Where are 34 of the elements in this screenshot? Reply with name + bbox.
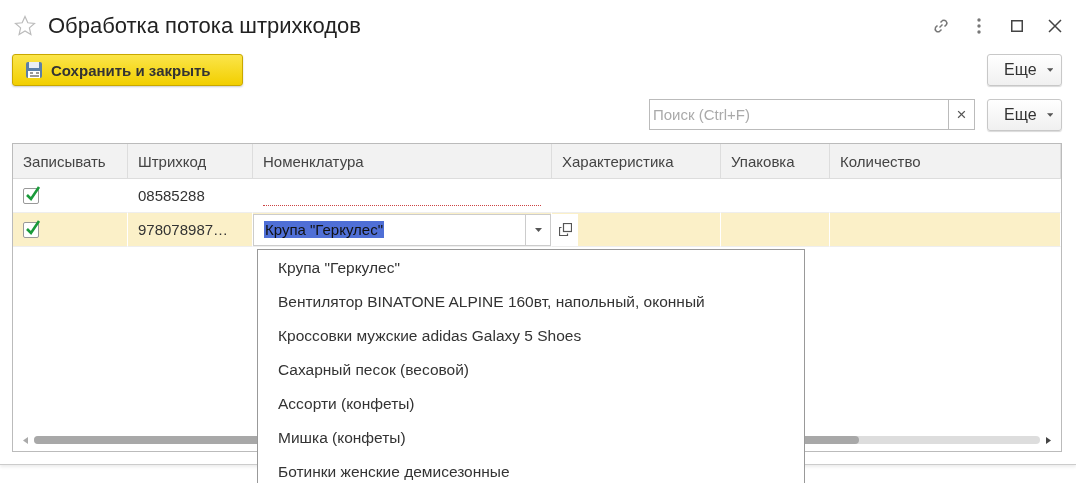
open-icon[interactable]	[558, 223, 572, 236]
checkbox[interactable]	[23, 187, 39, 204]
column-header[interactable]: Характеристика	[552, 144, 721, 179]
dropdown-item[interactable]: Крупа "Геркулес"	[258, 251, 804, 285]
dropdown-item[interactable]: Сахарный песок (весовой)	[258, 353, 804, 387]
caret-icon	[1046, 112, 1053, 117]
column-header[interactable]: Записывать	[13, 144, 128, 179]
link-icon[interactable]	[931, 16, 951, 36]
maximize-icon[interactable]	[1011, 20, 1023, 32]
input-field[interactable]: Крупа "Геркулес"	[253, 213, 551, 246]
column-header[interactable]: Штрихкод	[128, 144, 253, 179]
table-row[interactable]: 978078987… Крупа "Геркулес"	[13, 213, 1061, 247]
clear-search-button[interactable]: ×	[949, 99, 975, 130]
dropdown-item[interactable]: Кроссовки мужские adidas Galaxy 5 Shoes	[258, 319, 804, 353]
dropdown-item[interactable]: Ботинки женские демисезонные	[258, 455, 804, 483]
more-button[interactable]: Еще	[987, 54, 1062, 86]
caret-icon	[1046, 68, 1053, 72]
dropdown-item[interactable]: Мишка (конфеты)	[258, 421, 804, 455]
scroll-left-icon[interactable]	[23, 436, 28, 444]
window-title: Обработка потока штрихкодов	[48, 13, 361, 39]
more-button[interactable]: Еще	[987, 98, 1062, 131]
checkbox[interactable]	[23, 221, 39, 238]
scroll-right-icon[interactable]	[1046, 436, 1051, 444]
more-icon[interactable]	[977, 18, 981, 34]
dropdown-item[interactable]: Ассорти (конфеты)	[258, 387, 804, 421]
search-field[interactable]: Поиск (Ctrl+F)	[649, 99, 949, 130]
caret-icon	[534, 227, 542, 232]
column-header[interactable]: Упаковка	[721, 144, 830, 179]
column-header[interactable]: Номенклатура	[253, 144, 552, 179]
dropdown-item[interactable]: Вентилятор BINATONE ALPINE 160вт, напольный, оконный	[258, 285, 804, 319]
close-icon[interactable]	[1048, 19, 1062, 33]
save-and-close-button[interactable]: Сохранить и закрыть	[12, 54, 243, 86]
star-icon[interactable]	[14, 15, 36, 37]
column-header[interactable]: Количество	[830, 144, 1061, 179]
